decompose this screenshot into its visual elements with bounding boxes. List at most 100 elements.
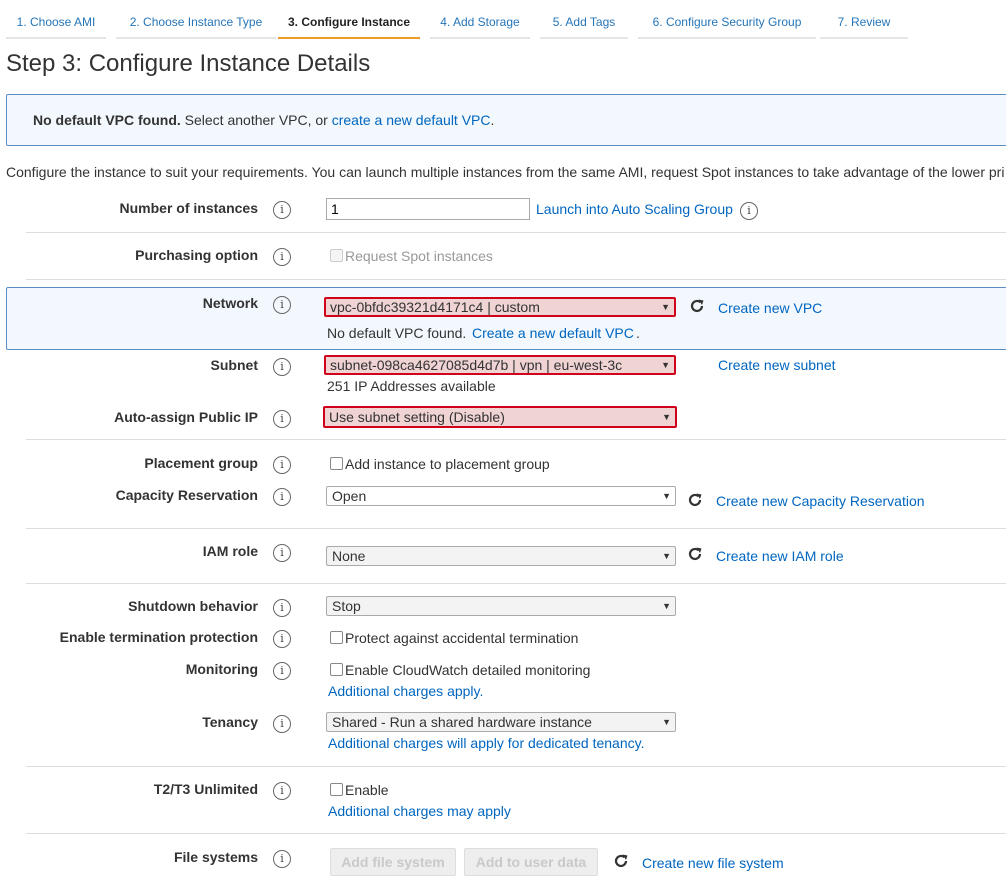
monitoring-charges-link[interactable]: Additional charges apply. [328, 683, 483, 699]
page-description: Configure the instance to suit your requ… [6, 164, 1005, 180]
termination-protection-checkbox[interactable] [330, 631, 343, 644]
chevron-down-icon: ▼ [662, 412, 671, 422]
info-icon[interactable]: i [273, 201, 291, 219]
info-icon[interactable]: i [273, 782, 291, 800]
shutdown-behavior-select[interactable]: Stop ▼ [326, 596, 676, 616]
network-note: No default VPC found. [327, 325, 467, 341]
info-icon[interactable]: i [273, 296, 291, 314]
info-icon[interactable]: i [273, 248, 291, 266]
refresh-icon[interactable] [613, 853, 629, 869]
label-file-systems: File systems [173, 849, 258, 865]
alert-text: Select another VPC, or [180, 112, 332, 128]
divider [26, 766, 1006, 767]
placement-group-label: Add instance to placement group [345, 456, 550, 472]
tab-choose-instance-type[interactable]: 2. Choose Instance Type [116, 8, 276, 39]
label-purchasing-option: Purchasing option [135, 247, 258, 263]
chevron-down-icon: ▼ [662, 551, 671, 561]
launch-auto-scaling-link[interactable]: Launch into Auto Scaling Group [536, 201, 733, 217]
tab-configure-instance[interactable]: 3. Configure Instance [278, 8, 420, 39]
no-default-vpc-alert: No default VPC found. Select another VPC… [6, 94, 1006, 146]
label-termination-protection: Enable termination protection [59, 629, 258, 645]
iam-select-value: None [332, 548, 366, 564]
info-icon[interactable]: i [273, 630, 291, 648]
network-select[interactable]: vpc-0bfdc39321d4171c4 | custom ▼ [324, 297, 676, 317]
page-title: Step 3: Configure Instance Details [6, 50, 371, 77]
number-of-instances-input[interactable] [326, 198, 530, 220]
info-icon[interactable]: i [273, 850, 291, 868]
info-icon[interactable]: i [740, 202, 758, 220]
label-network: Network [202, 295, 258, 311]
chevron-down-icon: ▼ [661, 302, 670, 312]
iam-role-select[interactable]: None ▼ [326, 546, 676, 566]
info-icon[interactable]: i [273, 410, 291, 428]
label-tenancy: Tenancy [202, 714, 258, 730]
network-note-end: . [636, 325, 640, 341]
divider [26, 232, 1006, 233]
info-icon[interactable]: i [273, 715, 291, 733]
create-new-subnet-link[interactable]: Create new subnet [718, 357, 836, 373]
refresh-icon[interactable] [687, 546, 703, 562]
request-spot-checkbox[interactable] [330, 249, 343, 262]
placement-group-checkbox[interactable] [330, 457, 343, 470]
create-file-system-link[interactable]: Create new file system [642, 855, 784, 871]
chevron-down-icon: ▼ [662, 717, 671, 727]
info-icon[interactable]: i [273, 488, 291, 506]
capacity-select-value: Open [332, 488, 367, 504]
label-placement-group: Placement group [144, 455, 258, 471]
add-to-user-data-button[interactable]: Add to user data [464, 848, 598, 876]
label-capacity-reservation: Capacity Reservation [115, 487, 258, 503]
chevron-down-icon: ▼ [661, 360, 670, 370]
t2t3-charges-link[interactable]: Additional charges may apply [328, 803, 511, 819]
divider [26, 279, 1006, 280]
subnet-ip-count: 251 IP Addresses available [327, 378, 496, 394]
divider [26, 528, 1006, 529]
label-monitoring: Monitoring [185, 661, 258, 677]
public-ip-select-value: Use subnet setting (Disable) [329, 409, 505, 425]
t2t3-unlimited-label: Enable [345, 782, 389, 798]
capacity-reservation-select[interactable]: Open ▼ [326, 486, 676, 506]
create-new-vpc-link[interactable]: Create new VPC [718, 300, 822, 316]
label-iam-role: IAM role [202, 543, 258, 559]
info-icon[interactable]: i [273, 456, 291, 474]
shutdown-select-value: Stop [332, 598, 361, 614]
cloudwatch-monitoring-checkbox[interactable] [330, 663, 343, 676]
tab-review[interactable]: 7. Review [820, 8, 908, 39]
info-icon[interactable]: i [273, 358, 291, 376]
label-number-of-instances: Number of instances [119, 200, 258, 216]
refresh-icon[interactable] [687, 492, 703, 508]
divider [26, 439, 1006, 440]
cloudwatch-monitoring-label: Enable CloudWatch detailed monitoring [345, 662, 591, 678]
chevron-down-icon: ▼ [662, 601, 671, 611]
divider [26, 833, 1006, 834]
tenancy-select-value: Shared - Run a shared hardware instance [332, 714, 592, 730]
termination-protection-label: Protect against accidental termination [345, 630, 579, 646]
create-default-vpc-link[interactable]: create a new default VPC [332, 112, 491, 128]
subnet-select[interactable]: subnet-098ca4627085d4d7b | vpn | eu-west… [324, 355, 676, 375]
network-select-value: vpc-0bfdc39321d4171c4 | custom [330, 299, 540, 315]
chevron-down-icon: ▼ [662, 491, 671, 501]
tab-add-storage[interactable]: 4. Add Storage [430, 8, 530, 39]
tab-choose-ami[interactable]: 1. Choose AMI [6, 8, 106, 39]
add-file-system-button[interactable]: Add file system [330, 848, 456, 876]
alert-title: No default VPC found. [33, 112, 181, 128]
alert-end: . [490, 112, 495, 128]
request-spot-label: Request Spot instances [345, 248, 493, 264]
info-icon[interactable]: i [273, 544, 291, 562]
create-iam-role-link[interactable]: Create new IAM role [716, 548, 844, 564]
refresh-icon[interactable] [689, 298, 705, 314]
label-subnet: Subnet [210, 357, 258, 373]
label-auto-assign-public-ip: Auto-assign Public IP [114, 409, 258, 425]
t2t3-unlimited-checkbox[interactable] [330, 783, 343, 796]
tenancy-select[interactable]: Shared - Run a shared hardware instance … [326, 712, 676, 732]
auto-assign-public-ip-select[interactable]: Use subnet setting (Disable) ▼ [323, 406, 677, 428]
tenancy-charges-link[interactable]: Additional charges will apply for dedica… [328, 735, 644, 751]
subnet-select-value: subnet-098ca4627085d4d7b | vpn | eu-west… [330, 357, 623, 373]
create-capacity-reservation-link[interactable]: Create new Capacity Reservation [716, 493, 925, 509]
label-t2t3-unlimited: T2/T3 Unlimited [153, 781, 258, 797]
info-icon[interactable]: i [273, 662, 291, 680]
tab-add-tags[interactable]: 5. Add Tags [540, 8, 628, 39]
create-default-vpc-note-link[interactable]: Create a new default VPC [472, 325, 634, 341]
info-icon[interactable]: i [273, 599, 291, 617]
divider [26, 583, 1006, 584]
tab-configure-security-group[interactable]: 6. Configure Security Group [638, 8, 816, 39]
